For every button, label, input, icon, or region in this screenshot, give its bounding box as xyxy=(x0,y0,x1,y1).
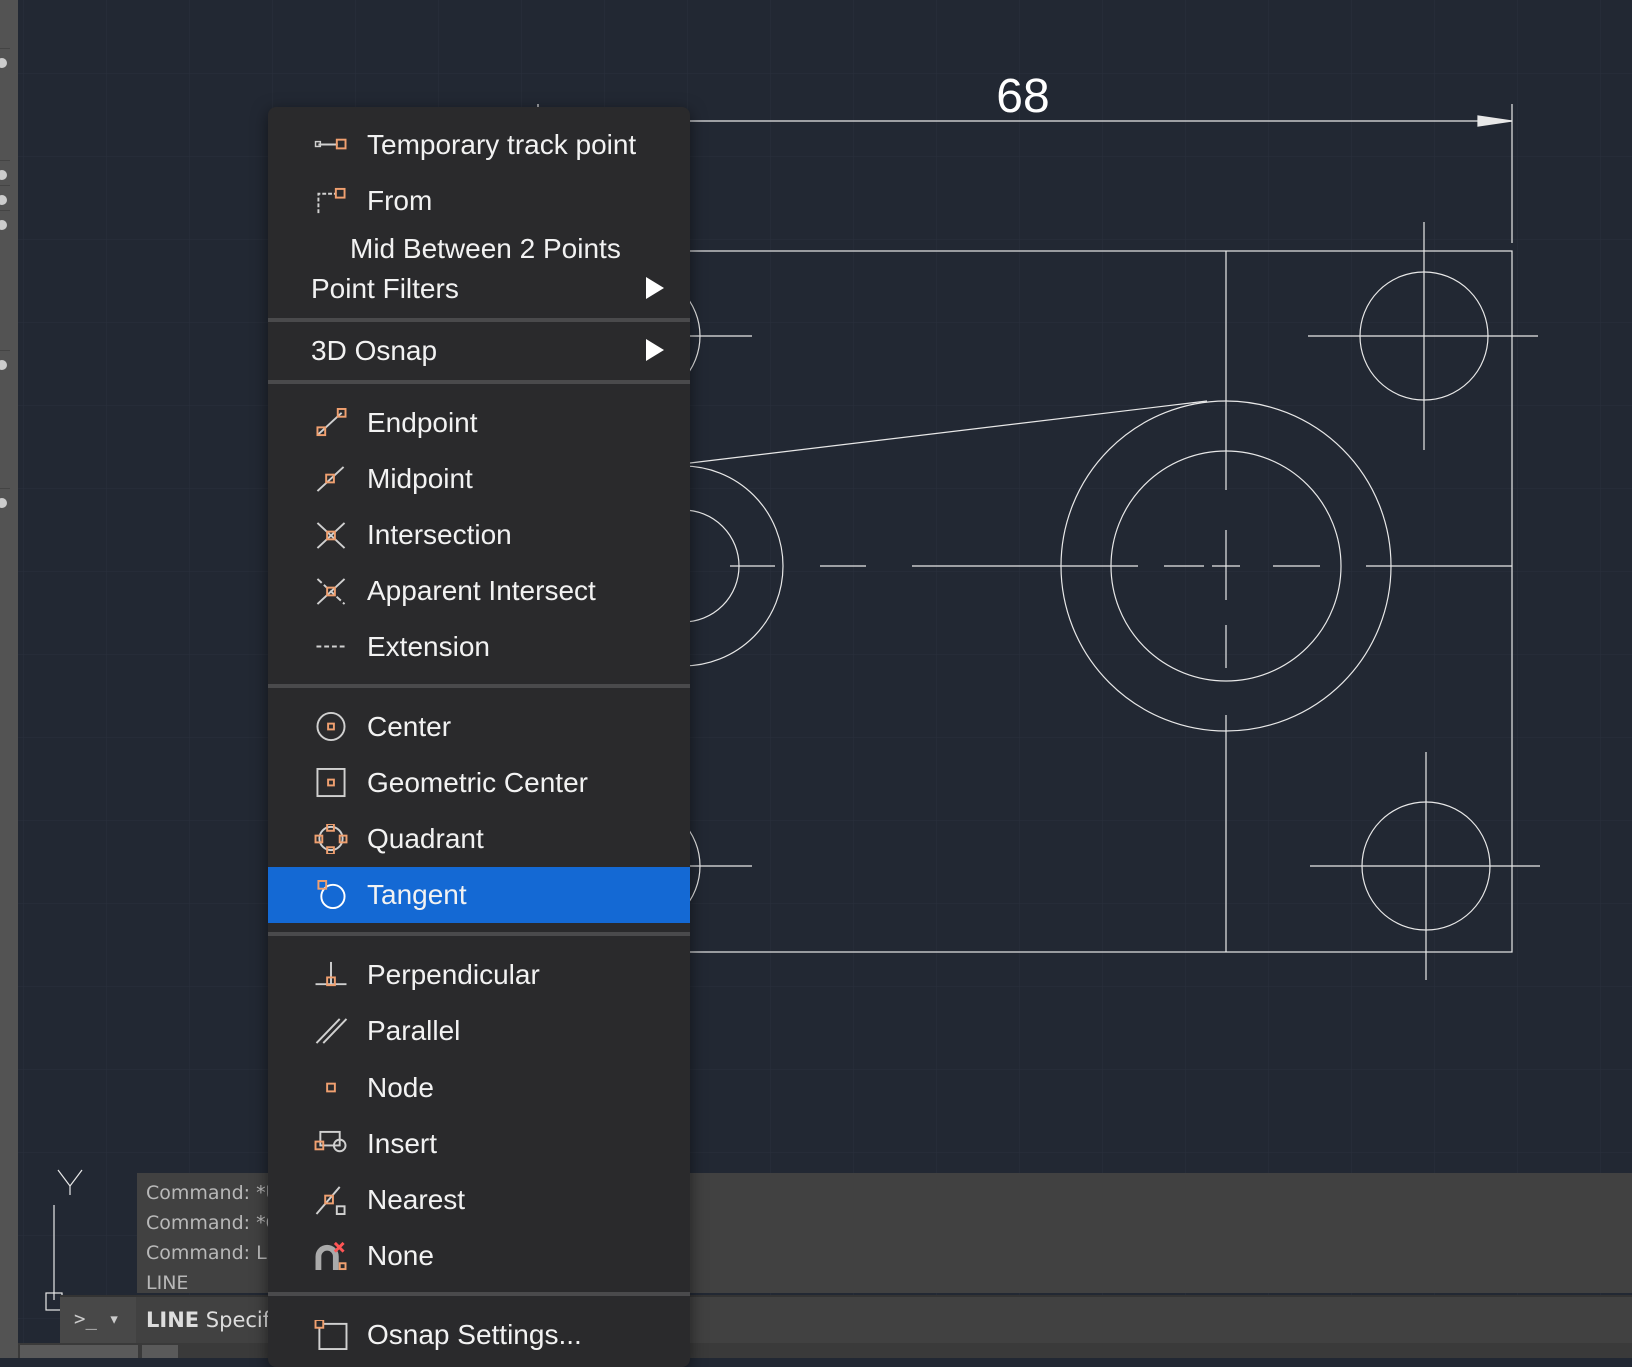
perpendicular-icon xyxy=(315,961,347,987)
menu-item-label: Osnap Settings... xyxy=(367,1319,582,1350)
menu-item-osnap-settings[interactable]: Osnap Settings... xyxy=(268,1307,690,1363)
menu-separator xyxy=(268,318,690,322)
prompt-symbol: >_ xyxy=(74,1308,97,1330)
gear-icon[interactable] xyxy=(0,170,7,180)
menu-item-point-filters[interactable]: Point Filters xyxy=(268,261,690,317)
menu-item-label: Midpoint xyxy=(367,463,473,494)
temporary-track-point-icon xyxy=(314,138,347,150)
osnap-context-menu: Temporary track point From Mid Between 2 P… xyxy=(268,107,690,1367)
menu-item-label: Nearest xyxy=(367,1184,466,1215)
menu-item-none[interactable]: None xyxy=(268,1228,690,1284)
menu-item-endpoint[interactable]: Endpoint xyxy=(268,395,690,451)
menu-item-geometric-center[interactable]: Geometric Center xyxy=(268,755,690,811)
menu-item-parallel[interactable]: Parallel xyxy=(268,1003,690,1059)
menu-item-perpendicular[interactable]: Perpendicular xyxy=(268,947,690,1003)
command-prompt-button[interactable]: >_ ▾ xyxy=(60,1297,136,1343)
menu-item-label: Apparent Intersect xyxy=(367,575,596,606)
extension-icon xyxy=(316,645,346,648)
history-line: LINE xyxy=(146,1272,189,1294)
insert-icon xyxy=(314,1130,347,1153)
current-command: LINE xyxy=(146,1308,200,1332)
command-history: Command: *U Command: *C Command: L LINE xyxy=(146,1178,280,1298)
quadrant-icon xyxy=(314,824,348,854)
submenu-arrow-icon xyxy=(646,339,664,361)
menu-item-insert[interactable]: Insert xyxy=(268,1116,690,1172)
menu-item-label: Endpoint xyxy=(367,407,478,438)
none-magnet-icon xyxy=(315,1241,347,1271)
geometric-center-icon xyxy=(316,768,346,798)
status-bar xyxy=(18,1343,1632,1358)
history-line: Command: L xyxy=(146,1242,267,1264)
menu-item-label: Intersection xyxy=(367,519,512,550)
gear-icon[interactable] xyxy=(0,220,7,230)
menu-item-temporary-track-point[interactable]: Temporary track point xyxy=(268,117,690,173)
menu-item-label: None xyxy=(367,1240,434,1271)
center-icon xyxy=(316,712,346,742)
menu-item-extension[interactable]: Extension xyxy=(268,619,690,675)
menu-item-label: Temporary track point xyxy=(367,129,637,160)
tangent-icon xyxy=(317,880,346,910)
menu-item-label: From xyxy=(367,185,433,216)
apparent-intersect-icon xyxy=(316,578,346,605)
menu-item-intersection[interactable]: Intersection xyxy=(268,507,690,563)
menu-item-label: Extension xyxy=(367,631,490,662)
menu-item-center[interactable]: Center xyxy=(268,699,690,755)
command-prompt-text: Specif xyxy=(199,1308,271,1332)
menu-item-label: Node xyxy=(367,1072,434,1103)
command-input[interactable]: LINE Specif xyxy=(146,1308,270,1332)
menu-item-label: Insert xyxy=(367,1128,438,1159)
menu-item-label: Geometric Center xyxy=(367,767,588,798)
menu-separator xyxy=(268,380,690,384)
menu-item-node[interactable]: Node xyxy=(268,1060,690,1116)
submenu-arrow-icon xyxy=(646,277,664,299)
menu-item-label: Perpendicular xyxy=(367,959,540,990)
from-icon xyxy=(317,187,346,214)
midpoint-icon xyxy=(316,466,345,492)
menu-item-label: Point Filters xyxy=(311,273,459,304)
gear-icon[interactable] xyxy=(0,498,7,508)
menu-item-label: Quadrant xyxy=(367,823,484,854)
menu-item-tangent[interactable]: Tangent xyxy=(268,867,690,923)
dimension-label: 68 xyxy=(996,70,1049,123)
menu-item-midpoint[interactable]: Midpoint xyxy=(268,451,690,507)
menu-item-apparent-intersect[interactable]: Apparent Intersect xyxy=(268,563,690,619)
menu-separator xyxy=(268,1292,690,1296)
menu-item-label: Center xyxy=(367,711,452,742)
menu-separator xyxy=(268,684,690,688)
add-layout-button[interactable] xyxy=(142,1345,178,1358)
menu-item-3d-osnap[interactable]: 3D Osnap xyxy=(268,323,690,379)
gear-icon[interactable] xyxy=(0,360,7,370)
history-line: Command: *C xyxy=(146,1212,279,1234)
menu-item-label: Tangent xyxy=(367,879,467,910)
nearest-icon xyxy=(315,1186,346,1215)
layout-tab[interactable] xyxy=(20,1345,138,1358)
left-toolbar xyxy=(0,0,18,1358)
history-line: Command: *U xyxy=(146,1182,280,1204)
osnap-settings-icon xyxy=(314,1320,348,1350)
node-icon xyxy=(326,1082,336,1093)
menu-item-label: 3D Osnap xyxy=(311,335,438,366)
gear-icon[interactable] xyxy=(0,195,7,205)
menu-separator xyxy=(268,932,690,936)
endpoint-icon xyxy=(316,408,347,437)
intersection-icon xyxy=(316,522,346,549)
menu-item-quadrant[interactable]: Quadrant xyxy=(268,811,690,867)
menu-item-nearest[interactable]: Nearest xyxy=(268,1172,690,1228)
menu-item-label: Parallel xyxy=(367,1015,461,1046)
parallel-icon xyxy=(315,1018,348,1044)
drawing-canvas[interactable]: 68 xyxy=(0,0,1632,1358)
gear-icon[interactable] xyxy=(0,58,7,68)
